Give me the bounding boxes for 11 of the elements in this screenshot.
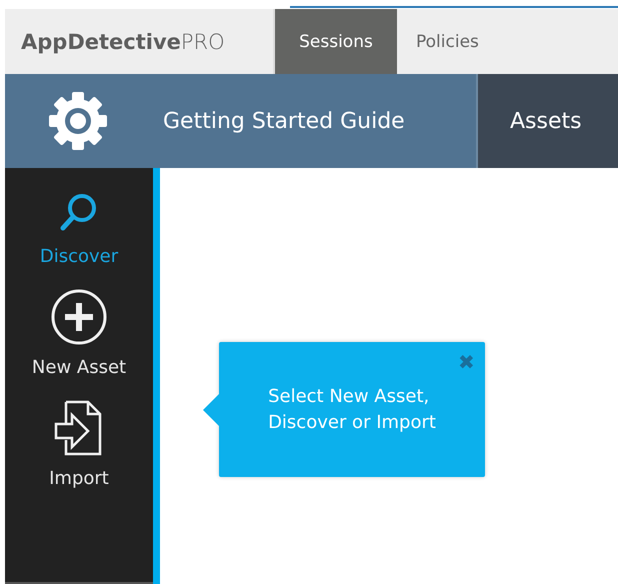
- nav-tab[interactable]: Getting Started Guide: [151, 74, 478, 168]
- tooltip-text: Select New Asset, Discover or Import: [268, 385, 436, 434]
- import-icon: [54, 400, 104, 456]
- nav-tab[interactable]: Sessions: [275, 9, 397, 74]
- add-icon: [51, 289, 107, 345]
- sidebar-item[interactable]: New Asset: [22, 285, 136, 382]
- sidebar-item[interactable]: Discover: [30, 188, 128, 271]
- settings-icon[interactable]: [46, 89, 110, 153]
- nav-tab[interactable]: Assets: [478, 74, 618, 168]
- nav-tab[interactable]: Policies: [397, 9, 498, 74]
- sidebar-item[interactable]: Import: [39, 396, 119, 493]
